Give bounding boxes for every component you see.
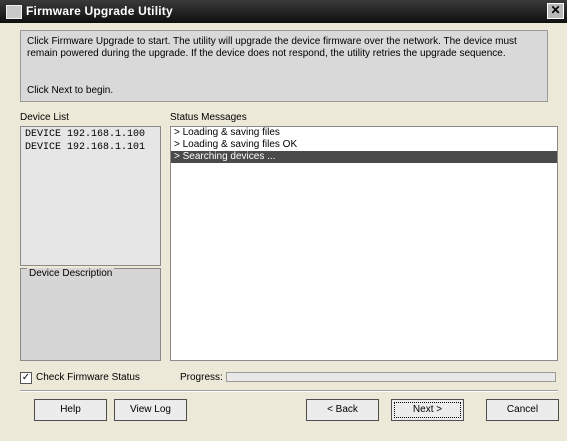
status-message[interactable]: > Loading & saving files <box>171 127 557 139</box>
help-button[interactable]: Help <box>34 399 107 421</box>
status-message-selected[interactable]: > Searching devices ... <box>171 151 557 163</box>
view-log-button[interactable]: View Log <box>114 399 187 421</box>
progress-label: Progress: <box>180 372 223 383</box>
device-description-group: Device Description <box>20 268 161 361</box>
back-button[interactable]: < Back <box>306 399 379 421</box>
status-message[interactable]: > Loading & saving files OK <box>171 139 557 151</box>
device-list[interactable]: DEVICE 192.168.1.100 DEVICE 192.168.1.10… <box>20 126 161 266</box>
device-description-label: Device Description <box>27 268 115 279</box>
info-panel: Click Firmware Upgrade to start. The uti… <box>20 30 548 102</box>
close-button[interactable]: ✕ <box>547 3 564 19</box>
cancel-button[interactable]: Cancel <box>486 399 559 421</box>
title-bar: Firmware Upgrade Utility ✕ <box>0 0 567 23</box>
status-messages-list[interactable]: > Loading & saving files > Loading & sav… <box>170 126 558 361</box>
progress-bar <box>226 372 556 382</box>
info-text: Click Firmware Upgrade to start. The uti… <box>27 36 517 59</box>
device-list-item[interactable]: DEVICE 192.168.1.101 <box>21 140 160 153</box>
divider <box>20 390 558 392</box>
next-hint: Click Next to begin. <box>27 85 114 96</box>
next-button[interactable]: Next > <box>391 399 464 421</box>
check-firmware-checkbox[interactable]: ✓ <box>20 372 32 384</box>
check-firmware-label: Check Firmware Status <box>36 372 140 383</box>
window-title: Firmware Upgrade Utility <box>26 4 173 18</box>
status-messages-label: Status Messages <box>170 112 247 123</box>
device-list-item[interactable]: DEVICE 192.168.1.100 <box>21 127 160 140</box>
device-list-label: Device List <box>20 112 69 123</box>
app-icon <box>6 5 22 19</box>
